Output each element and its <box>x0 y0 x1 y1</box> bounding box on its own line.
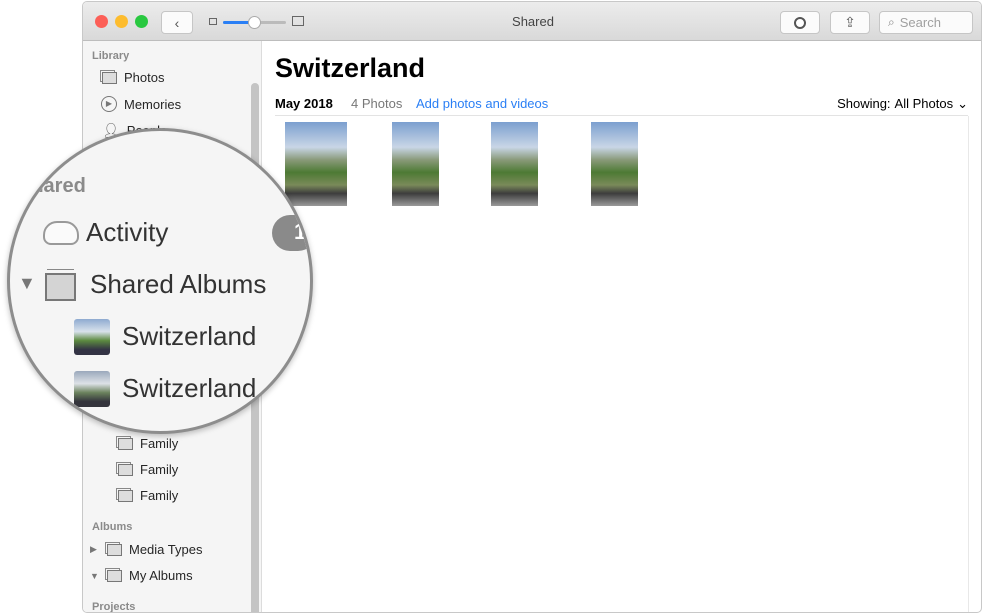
shared-header: Shared <box>18 175 86 197</box>
item-label: Memories <box>124 96 182 112</box>
slider-knob[interactable] <box>248 16 261 29</box>
zoom-button[interactable] <box>135 15 148 28</box>
people-button[interactable] <box>780 11 820 34</box>
close-button[interactable] <box>95 15 108 28</box>
album-icon <box>118 437 133 450</box>
photo-thumbnail[interactable] <box>591 122 638 206</box>
date-label: May 2018 <box>275 96 333 111</box>
showing-value: All Photos <box>894 96 954 111</box>
album-icon <box>118 463 133 476</box>
back-button[interactable]: ‹ <box>161 11 193 34</box>
album-thumbnail <box>74 371 110 407</box>
disclosure-down-icon[interactable]: ▼ <box>90 571 100 581</box>
divider <box>968 116 969 612</box>
photos-icon <box>102 71 117 84</box>
disclosure-down-icon[interactable]: ▼ <box>18 273 36 294</box>
showing-filter[interactable]: Showing: All Photos ⌄ <box>837 96 968 112</box>
search-icon: ⌕ <box>888 15 895 29</box>
activity-badge: 1 <box>272 215 310 251</box>
library-header: Library <box>92 50 130 62</box>
sidebar-item-family[interactable]: Family <box>118 462 178 477</box>
album-thumbnail <box>74 319 110 355</box>
person-circle-icon <box>794 16 806 29</box>
photo-thumbnail[interactable] <box>285 122 347 206</box>
chevron-left-icon: ‹ <box>174 14 180 31</box>
sidebar-item-memories[interactable]: ▶ Memories <box>101 96 181 112</box>
share-icon: ⇪ <box>844 14 856 30</box>
cloud-icon <box>43 221 79 245</box>
large-thumbnail-icon <box>292 16 304 26</box>
showing-label: Showing: <box>837 96 891 111</box>
album-folder-icon <box>107 543 122 556</box>
sidebar-item-media-types[interactable]: ▶ Media Types <box>90 542 202 557</box>
small-thumbnail-icon <box>209 18 217 25</box>
window-title: Shared <box>512 14 554 29</box>
zoom-slider[interactable] <box>223 16 286 29</box>
sidebar-item-family[interactable]: Family <box>118 488 178 503</box>
chevron-down-icon: ⌄ <box>957 96 968 111</box>
sidebar-item-shared-albums[interactable]: Shared Albums <box>90 269 266 300</box>
sidebar-item-family[interactable]: Family <box>118 436 178 451</box>
photo-count: 4 Photos <box>351 96 403 111</box>
minimize-button[interactable] <box>115 15 128 28</box>
sidebar-item-photos[interactable]: Photos <box>102 70 164 85</box>
item-label: Media Types <box>129 542 203 557</box>
disclosure-right-icon[interactable]: ▶ <box>90 544 100 555</box>
sidebar-item-switzerland[interactable]: Switzerland <box>122 373 256 404</box>
album-folder-icon <box>107 569 122 582</box>
photo-thumbnail[interactable] <box>392 122 439 206</box>
sidebar-item-switzerland[interactable]: Switzerland <box>122 321 256 352</box>
projects-header: Projects <box>92 601 136 613</box>
album-icon <box>118 489 133 502</box>
albums-header: Albums <box>92 521 133 533</box>
album-title: Switzerland <box>275 53 426 83</box>
sidebar-item-my-albums[interactable]: ▼ My Albums <box>90 568 193 583</box>
share-button[interactable]: ⇪ <box>830 11 870 34</box>
item-label: My Albums <box>129 568 193 583</box>
item-label: Family <box>140 436 179 451</box>
add-photos-link[interactable]: Add photos and videos <box>416 96 548 111</box>
titlebar: ‹ Shared ⇪ ⌕ Search <box>83 2 981 41</box>
search-field[interactable]: ⌕ Search <box>879 11 973 34</box>
divider <box>275 115 968 116</box>
item-label: Family <box>140 462 179 477</box>
sidebar-item-activity[interactable]: Activity <box>86 217 168 248</box>
item-label: Family <box>140 488 179 503</box>
magnifier: Shared Activity 1 ▼ Shared Albums Switze… <box>7 128 313 434</box>
memories-icon: ▶ <box>101 96 117 112</box>
photo-thumbnail[interactable] <box>491 122 538 206</box>
shared-albums-icon <box>45 273 76 301</box>
item-label: Photos <box>124 70 165 85</box>
